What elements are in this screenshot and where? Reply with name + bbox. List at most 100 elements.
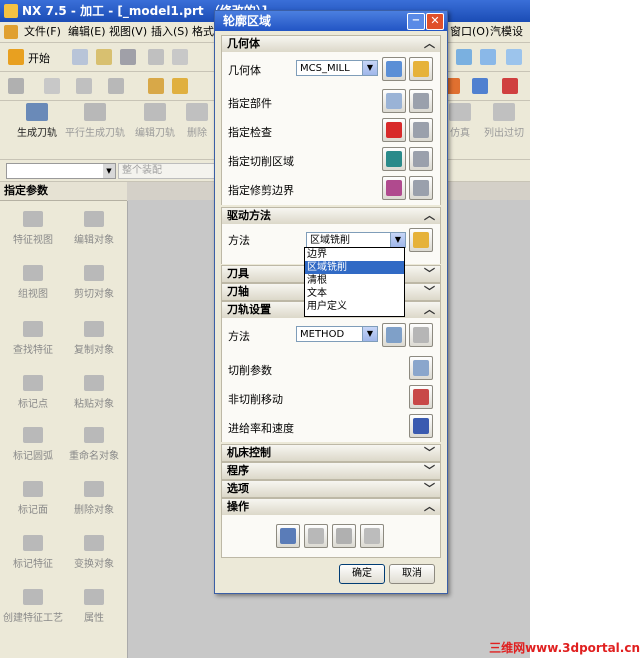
menu-window[interactable]: 窗口(O) [450,22,489,42]
non-cutting-moves-button[interactable] [409,385,433,409]
chevron-down-icon: ▼ [390,233,405,247]
edit-geometry-button[interactable] [409,57,433,81]
menu-format[interactable]: 格式 [192,22,214,42]
menu-view[interactable]: 视图(V) [109,22,147,42]
option-text[interactable]: 文本 [305,287,404,300]
edit-toolpath-button[interactable]: 编辑刀轨 [124,101,186,139]
cut-area-icon [386,151,402,167]
dialog-title-bar: 轮廓区域 − ✕ [215,11,447,31]
mark-point-item[interactable]: 标记点 [2,375,64,410]
show-cut-area-button[interactable] [409,147,433,171]
paste-object-item[interactable]: 粘贴对象 [63,375,125,410]
flashlight-icon [413,93,429,109]
show-check-button[interactable] [409,118,433,142]
view-cube-icon[interactable] [480,49,496,65]
list-gouges-button[interactable]: 列出过切 [478,101,530,139]
specify-part-button[interactable] [382,89,406,113]
options-section-header[interactable]: 选项 ﹀ [221,480,441,498]
list-button[interactable] [360,524,384,548]
selection-icon[interactable] [8,78,24,94]
close-button[interactable]: ✕ [426,13,444,30]
path-method-combo[interactable]: METHOD ▼ [296,326,378,342]
transform-object-item[interactable]: 变换对象 [63,535,125,570]
actions-section-header[interactable]: 操作 ︿ [221,498,441,516]
rename-object-item[interactable]: 重命名对象 [63,427,125,462]
show-trim-boundary-button[interactable] [409,176,433,200]
box-icon[interactable] [172,78,188,94]
delete-object-item[interactable]: 删除对象 [63,481,125,516]
specify-cut-area-button[interactable] [382,147,406,171]
edit-drive-method-button[interactable] [409,228,433,252]
new-geometry-button[interactable] [382,57,406,81]
contour-area-dialog: 轮廓区域 − ✕ 几何体 ︿ 几何体 MCS_MILL ▼ 指定部件 指定检查 … [214,10,448,594]
cut-parameters-label: 切削参数 [228,364,272,377]
find-feature-item[interactable]: 查找特征 [2,321,64,356]
feature-view-item[interactable]: 特征视图 [2,211,64,246]
start-button[interactable]: 开始 [28,50,50,66]
machine-control-section-header[interactable]: 机床控制 ﹀ [221,444,441,462]
parallel-generate-button[interactable]: 平行生成刀轨 [64,101,126,139]
verify-button[interactable] [332,524,356,548]
menu-insert[interactable]: 插入(S) [151,22,189,42]
view-box-icon[interactable] [456,49,472,65]
view-wire-icon[interactable] [506,49,522,65]
line-icon[interactable] [108,78,124,94]
part-icon[interactable] [148,78,164,94]
generate-toolpath-button[interactable]: 生成刀轨 [6,101,68,139]
attributes-item[interactable]: 属性 [63,589,125,624]
arrow-icon[interactable] [472,78,488,94]
new-file-icon[interactable] [72,49,88,65]
feeds-speeds-button[interactable] [409,414,433,438]
tool-axis-section-label: 刀轴 [227,285,249,298]
option-area-milling[interactable]: 区域铣削 [305,261,404,274]
show-part-button[interactable] [409,89,433,113]
chevron-up-icon: ︿ [424,37,435,50]
ok-button[interactable]: 确定 [339,564,385,584]
copy-object-item[interactable]: 复制对象 [63,321,125,356]
menu-file[interactable]: 文件(F) [24,22,61,42]
generate-button[interactable] [276,524,300,548]
specify-check-button[interactable] [382,118,406,142]
cancel-button[interactable]: 取消 [389,564,435,584]
drive-method-combo[interactable]: 区域铣削 ▼ [306,232,406,248]
cut-parameters-button[interactable] [409,356,433,380]
edit-object-item[interactable]: 编辑对象 [63,211,125,246]
create-feature-process-item[interactable]: 创建特征工艺 [2,589,64,624]
open-folder-icon[interactable] [96,49,112,65]
delete-object-label: 删除对象 [74,505,114,516]
geometry-combo[interactable]: MCS_MILL ▼ [296,60,378,76]
group-view-item[interactable]: 组视图 [2,265,64,300]
crosshair-icon[interactable] [76,78,92,94]
mark-feature-item[interactable]: 标记特征 [2,535,64,570]
parallel-generate-label: 平行生成刀轨 [65,128,125,139]
path-method-combo-value: METHOD [300,329,345,340]
replay-button[interactable] [304,524,328,548]
cut-object-item[interactable]: 剪切对象 [63,265,125,300]
cut-icon[interactable] [148,49,164,65]
save-icon[interactable] [120,49,136,65]
minimize-button[interactable]: − [407,13,425,30]
snap-icon[interactable] [502,78,518,94]
check-body-icon [386,122,402,138]
scope-filter[interactable]: 整个装配 [118,163,223,179]
type-filter[interactable]: ▼ [6,163,116,179]
geometry-section-header[interactable]: 几何体 ︿ [221,35,441,53]
mark-arc-item[interactable]: 标记圆弧 [2,427,64,462]
mark-face-item[interactable]: 标记面 [2,481,64,516]
copy-icon[interactable] [172,49,188,65]
program-section-header[interactable]: 程序 ﹀ [221,462,441,480]
menu-edit[interactable]: 编辑(E) [68,22,106,42]
option-flowcut[interactable]: 清根 [305,274,404,287]
actions-section-body [221,515,441,558]
specify-trim-boundary-button[interactable] [382,176,406,200]
find-feature-label: 查找特征 [13,345,53,356]
delete-toolpath-label: 删除 [187,128,207,139]
option-boundary[interactable]: 边界 [305,248,404,261]
new-method-button[interactable] [382,323,406,347]
edit-method-button[interactable] [409,323,433,347]
drive-method-section-header[interactable]: 驱动方法 ︿ [221,207,441,225]
drive-method-dropdown-list: 边界 区域铣削 清根 文本 用户定义 [304,247,405,317]
point-icon[interactable] [44,78,60,94]
delete-toolpath-button[interactable]: 删除 [180,101,214,139]
option-user-defined[interactable]: 用户定义 [305,300,404,313]
